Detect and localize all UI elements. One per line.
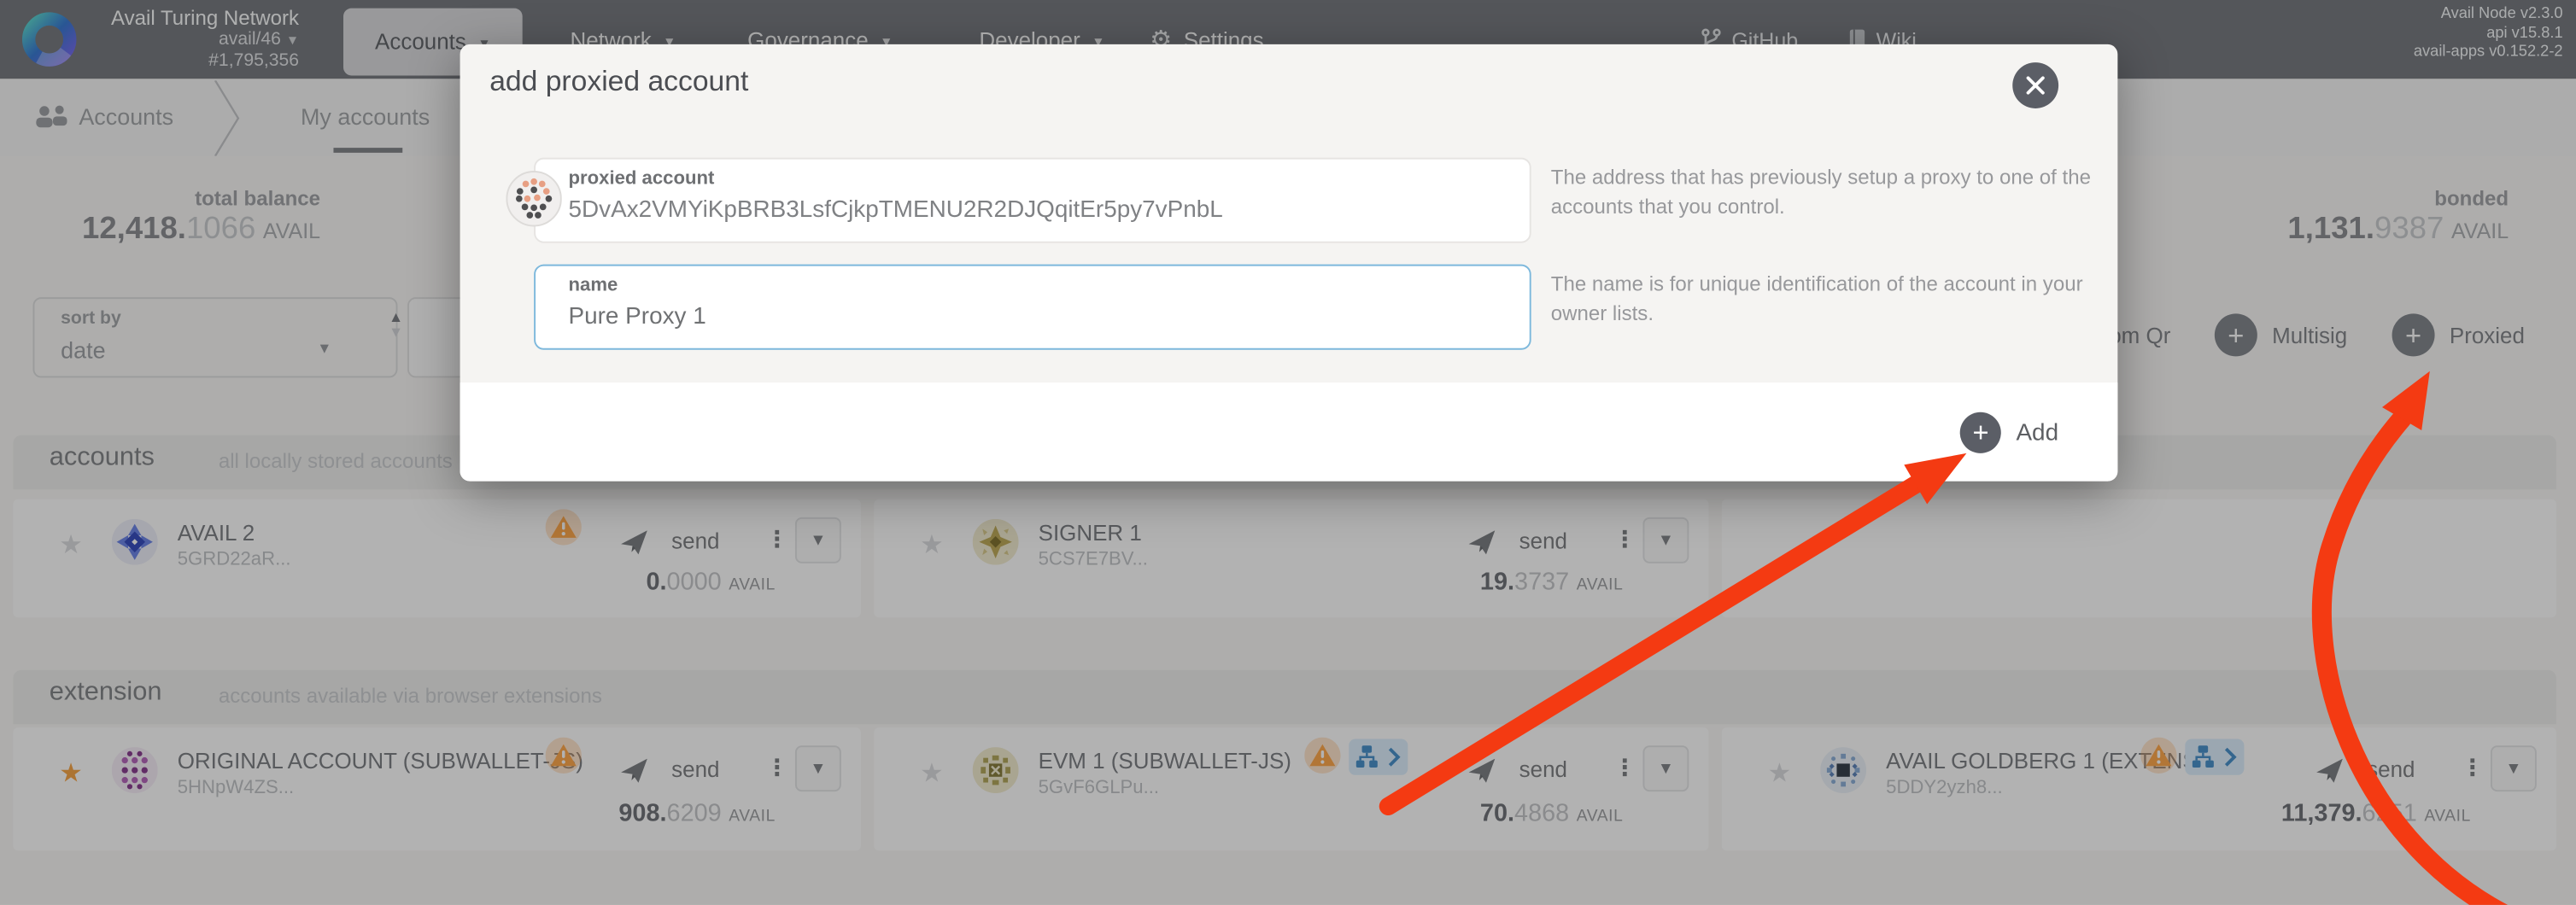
add-button-label: Add <box>2016 419 2058 446</box>
name-field[interactable]: name Pure Proxy 1 <box>534 265 1531 350</box>
proxied-account-field[interactable]: proxied account 5DvAx2VMYiKpBRB3LsfCjkpT… <box>534 158 1531 243</box>
plus-icon: + <box>1960 412 2001 453</box>
proxied-account-identicon <box>506 171 561 226</box>
field-value: 5DvAx2VMYiKpBRB3LsfCjkpTMENU2R2DJQqitEr5… <box>569 197 1223 224</box>
field-label: proxied account <box>569 169 715 189</box>
add-button[interactable]: + Add <box>1960 412 2058 453</box>
close-icon[interactable] <box>2012 62 2058 108</box>
add-proxied-account-modal: add proxied account proxied account 5DvA… <box>460 44 2118 482</box>
field-label: name <box>569 276 618 295</box>
modal-footer: + Add <box>460 382 2118 481</box>
proxied-account-help: The address that has previously setup a … <box>1551 164 2113 221</box>
field-value: Pure Proxy 1 <box>569 304 706 330</box>
modal-title: add proxied account <box>489 64 748 98</box>
app-viewport: Avail Turing Network avail/46 ▼ #1,795,3… <box>0 0 2576 905</box>
name-help: The name is for unique identification of… <box>1551 271 2113 328</box>
